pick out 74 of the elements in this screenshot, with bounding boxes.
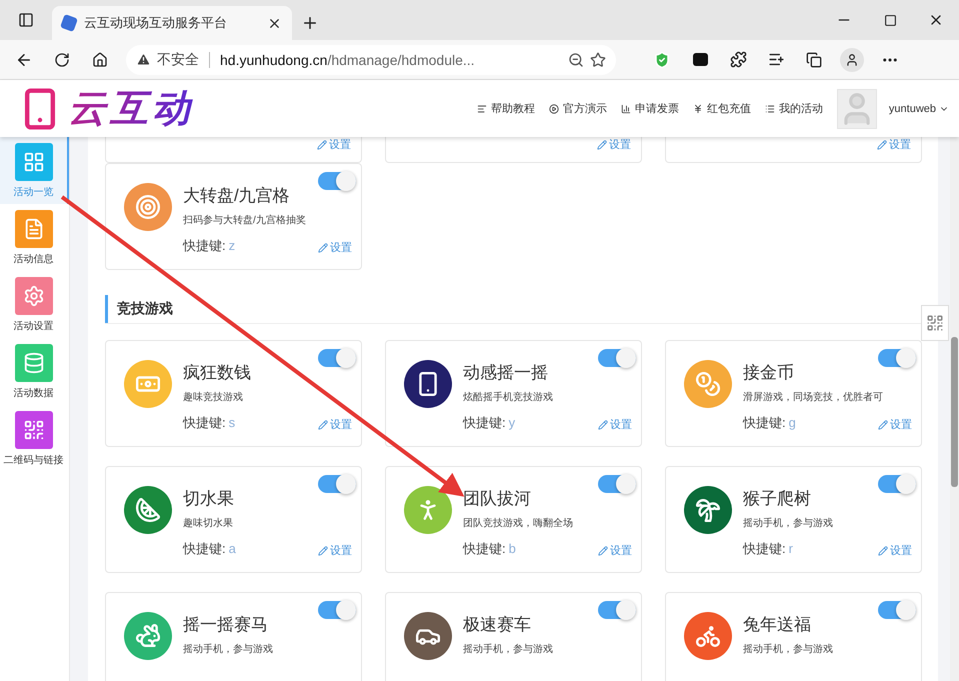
nav-link[interactable]: 帮助教程 bbox=[476, 101, 535, 116]
settings-link[interactable]: 设置 bbox=[597, 137, 631, 152]
game-description: 摇动手机，参与游戏 bbox=[743, 516, 834, 530]
nav-icon bbox=[692, 104, 703, 114]
toggle-switch[interactable] bbox=[598, 475, 636, 493]
game-title: 动感摇一摇 bbox=[463, 362, 549, 384]
user-menu[interactable]: yuntuweb bbox=[888, 102, 949, 114]
game-description: 摇动手机，参与游戏 bbox=[183, 642, 274, 656]
toggle-switch[interactable] bbox=[878, 475, 916, 493]
nav-icon bbox=[548, 104, 559, 114]
nav-link[interactable]: 红包充值 bbox=[692, 101, 751, 116]
settings-link[interactable]: 设置 bbox=[877, 137, 911, 152]
qr-code-icon[interactable] bbox=[921, 305, 949, 341]
game-description: 摇动手机，参与游戏 bbox=[463, 642, 554, 656]
star-icon[interactable] bbox=[590, 52, 606, 68]
game-title: 团队拔河 bbox=[463, 488, 532, 510]
shortcut-key: 快捷键: y bbox=[463, 414, 516, 432]
game-title: 大转盘/九宫格 bbox=[183, 185, 291, 207]
toggle-switch[interactable] bbox=[878, 349, 916, 367]
game-description: 团队竞技游戏，嗨翻全场 bbox=[463, 516, 574, 530]
toggle-switch[interactable] bbox=[598, 349, 636, 367]
toggle-switch[interactable] bbox=[598, 601, 636, 619]
pencil-icon bbox=[318, 242, 328, 252]
toggle-switch[interactable] bbox=[318, 172, 356, 190]
pencil-icon bbox=[877, 140, 887, 150]
shortcut-key: 快捷键: g bbox=[743, 414, 796, 432]
settings-link[interactable]: 设置 bbox=[317, 137, 351, 152]
toggle-switch[interactable] bbox=[878, 601, 916, 619]
pencil-icon bbox=[318, 546, 328, 556]
game-title: 极速赛车 bbox=[463, 614, 532, 636]
zoom-out-icon[interactable] bbox=[568, 52, 584, 68]
nav-link[interactable]: 申请发票 bbox=[620, 101, 679, 116]
pencil-icon bbox=[317, 140, 327, 150]
sidebar-item[interactable]: 活动数据 bbox=[0, 338, 69, 405]
nav-link[interactable]: 我的活动 bbox=[764, 101, 823, 116]
game-title: 切水果 bbox=[183, 488, 235, 510]
toggle-switch[interactable] bbox=[318, 475, 356, 493]
sidebar-item[interactable]: 活动设置 bbox=[0, 271, 69, 338]
warning-icon bbox=[136, 52, 151, 67]
sidebar-item[interactable]: 活动信息 bbox=[0, 204, 69, 271]
game-description: 扫码参与大转盘/九宫格抽奖 bbox=[183, 214, 307, 227]
shortcut-key: 快捷键: z bbox=[183, 237, 236, 255]
section-title: 竞技游戏 bbox=[105, 295, 173, 323]
shortcut-key: 快捷键: s bbox=[183, 414, 236, 432]
game-description: 趣味竞技游戏 bbox=[183, 390, 244, 404]
shortcut-key: 快捷键: r bbox=[743, 540, 793, 558]
pencil-icon bbox=[598, 546, 608, 556]
game-title: 疯狂数钱 bbox=[183, 362, 252, 384]
game-title: 兔年送福 bbox=[743, 614, 812, 636]
address-field[interactable]: 不安全 hd.yunhudong.cn/hdmanage/hdmodule... bbox=[126, 44, 616, 74]
shortcut-key: 快捷键: b bbox=[463, 540, 516, 558]
pencil-icon bbox=[597, 140, 607, 150]
nav-icon bbox=[620, 104, 631, 114]
game-title: 猴子爬树 bbox=[743, 488, 812, 510]
game-description: 趣味切水果 bbox=[183, 516, 234, 530]
pencil-icon bbox=[878, 546, 888, 556]
sidebar-item[interactable]: 二维码与链接 bbox=[0, 405, 69, 472]
nav-icon bbox=[476, 104, 487, 114]
pencil-icon bbox=[318, 420, 328, 430]
game-description: 摇动手机，参与游戏 bbox=[743, 642, 834, 656]
pencil-icon bbox=[878, 420, 888, 430]
pencil-icon bbox=[598, 420, 608, 430]
toggle-switch[interactable] bbox=[318, 349, 356, 367]
scrollbar-thumb[interactable] bbox=[951, 337, 958, 487]
avatar-silhouette bbox=[836, 88, 877, 128]
toggle-switch[interactable] bbox=[318, 601, 356, 619]
game-description: 炫酷摇手机竞技游戏 bbox=[463, 390, 554, 404]
shortcut-key: 快捷键: a bbox=[183, 540, 236, 558]
game-description: 滑屏游戏，同场竞技，优胜者可 bbox=[743, 390, 884, 404]
game-title: 摇一摇赛马 bbox=[183, 614, 269, 636]
game-title: 接金币 bbox=[743, 362, 795, 384]
site-icon bbox=[60, 14, 78, 32]
nav-link[interactable]: 官方演示 bbox=[548, 101, 607, 116]
browser-tab[interactable]: 云互动现场互动服务平台 bbox=[52, 6, 292, 40]
